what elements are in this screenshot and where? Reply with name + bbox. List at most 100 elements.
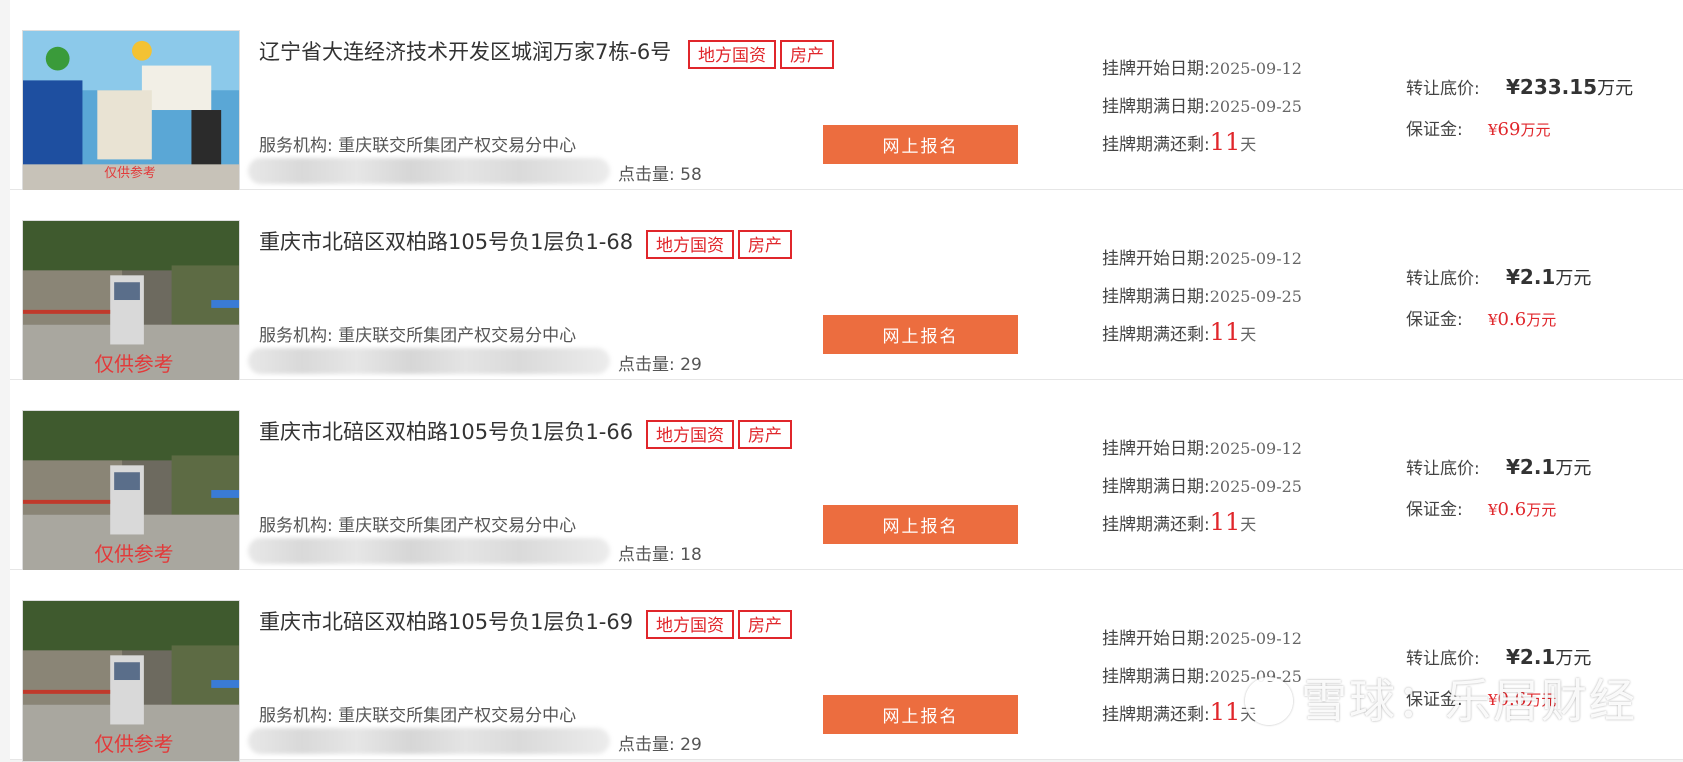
- thumbnail-image: 仅供参考: [23, 31, 239, 191]
- deposit-yen: ¥: [1488, 121, 1498, 139]
- listing-thumbnail[interactable]: 仅供参考: [22, 220, 240, 382]
- remaining-unit: 天: [1240, 135, 1257, 154]
- blurred-text: [248, 728, 610, 754]
- reserve-price-value: 2.1: [1519, 265, 1556, 289]
- tag-property: 房产: [738, 230, 792, 259]
- end-date-label: 挂牌期满日期:: [1102, 477, 1210, 497]
- remaining-unit: 天: [1240, 325, 1257, 344]
- tag-state-owned: 地方国资: [646, 610, 734, 639]
- deposit-label: 保证金:: [1406, 120, 1463, 140]
- click-count-label: 点击量:: [618, 545, 681, 565]
- listing-row: 仅供参考 重庆市北碚区双柏路105号负1层负1-68 地方国资 房产 服务机构:…: [10, 190, 1683, 382]
- end-date-line: 挂牌期满日期:2025-09-25: [1102, 472, 1302, 497]
- click-count: 点击量: 29: [618, 350, 702, 375]
- thumbnail-caption: 仅供参考: [94, 734, 173, 756]
- deposit-value: 0.6: [1497, 309, 1527, 330]
- reserve-price: 转让底价: ¥2.1万元: [1406, 264, 1591, 290]
- remaining-line: 挂牌期满还剩:11天: [1102, 128, 1256, 156]
- blurred-text: [248, 348, 610, 374]
- listing-title[interactable]: 重庆市北碚区双柏路105号负1层负1-68: [259, 226, 633, 256]
- service-org-value: 重庆联交所集团产权交易分中心: [338, 706, 577, 726]
- remaining-days: 11: [1209, 318, 1241, 346]
- start-date-line: 挂牌开始日期:2025-09-12: [1102, 624, 1302, 649]
- listing-title[interactable]: 重庆市北碚区双柏路105号负1层负1-69: [259, 606, 633, 636]
- service-org-value: 重庆联交所集团产权交易分中心: [338, 516, 577, 536]
- thumbnail-caption: 仅供参考: [104, 165, 156, 180]
- tag-property: 房产: [738, 420, 792, 449]
- deposit-unit: 万元: [1520, 121, 1551, 139]
- thumbnail-image: 仅供参考: [23, 411, 239, 571]
- remaining-unit: 天: [1240, 515, 1257, 534]
- service-org-label: 服务机构:: [259, 516, 339, 536]
- start-date-value: 2025-09-12: [1209, 439, 1302, 458]
- tag-state-owned: 地方国资: [646, 420, 734, 449]
- service-org-value: 重庆联交所集团产权交易分中心: [338, 326, 577, 346]
- thumbnail-caption: 仅供参考: [94, 544, 173, 566]
- remaining-line: 挂牌期满还剩:11天: [1102, 318, 1256, 346]
- tag-property: 房产: [780, 40, 834, 69]
- tag-property: 房产: [738, 610, 792, 639]
- blurred-text: [248, 158, 610, 184]
- service-org-value: 重庆联交所集团产权交易分中心: [338, 136, 577, 156]
- end-date-value: 2025-09-25: [1209, 97, 1302, 116]
- end-date-line: 挂牌期满日期:2025-09-25: [1102, 92, 1302, 117]
- deposit-yen: ¥: [1488, 501, 1498, 519]
- remaining-days: 11: [1209, 698, 1241, 726]
- end-date-value: 2025-09-25: [1209, 287, 1302, 306]
- end-date-line: 挂牌期满日期:2025-09-25: [1102, 282, 1302, 307]
- online-signup-button[interactable]: 网上报名: [823, 505, 1018, 544]
- click-count: 点击量: 58: [618, 160, 702, 185]
- watermark-text: 雪球：乐居财经: [1301, 674, 1637, 728]
- end-date-label: 挂牌期满日期:: [1102, 97, 1210, 117]
- service-org-label: 服务机构:: [259, 706, 339, 726]
- click-count: 点击量: 18: [618, 540, 702, 565]
- remaining-line: 挂牌期满还剩:11天: [1102, 698, 1256, 726]
- online-signup-button[interactable]: 网上报名: [823, 125, 1018, 164]
- deposit-label: 保证金:: [1406, 500, 1463, 520]
- remaining-label: 挂牌期满还剩:: [1102, 325, 1210, 345]
- start-date-label: 挂牌开始日期:: [1102, 59, 1210, 79]
- click-count-value: 18: [680, 545, 702, 565]
- end-date-label: 挂牌期满日期:: [1102, 287, 1210, 307]
- thumbnail-image: 仅供参考: [23, 601, 239, 761]
- service-org: 服务机构: 重庆联交所集团产权交易分中心: [259, 321, 576, 346]
- click-count-value: 29: [680, 735, 702, 755]
- remaining-line: 挂牌期满还剩:11天: [1102, 508, 1256, 536]
- start-date-line: 挂牌开始日期:2025-09-12: [1102, 54, 1302, 79]
- tag-state-owned: 地方国资: [688, 40, 776, 69]
- service-org: 服务机构: 重庆联交所集团产权交易分中心: [259, 131, 576, 156]
- listing-row: 仅供参考 辽宁省大连经济技术开发区城润万家7栋-6号 地方国资 房产 服务机构:…: [10, 0, 1683, 192]
- end-date-value: 2025-09-25: [1209, 477, 1302, 496]
- reserve-price-unit: 万元: [1555, 458, 1592, 479]
- deposit-unit: 万元: [1526, 501, 1557, 519]
- watermark: 雪球：乐居财经: [1245, 665, 1637, 731]
- blurred-text: [248, 538, 610, 564]
- online-signup-button[interactable]: 网上报名: [823, 695, 1018, 734]
- deposit-value: 0.6: [1497, 499, 1527, 520]
- reserve-price-value: 233.15: [1519, 75, 1598, 99]
- end-date-label: 挂牌期满日期:: [1102, 667, 1210, 687]
- reserve-price-label: 转让底价:: [1406, 459, 1480, 479]
- listing-thumbnail[interactable]: 仅供参考: [22, 600, 240, 762]
- deposit: 保证金: ¥69万元: [1406, 115, 1550, 140]
- reserve-price-value: 2.1: [1519, 455, 1556, 479]
- online-signup-button[interactable]: 网上报名: [823, 315, 1018, 354]
- snowball-logo-icon: [1245, 677, 1293, 725]
- start-date-label: 挂牌开始日期:: [1102, 249, 1210, 269]
- reserve-price-unit: 万元: [1597, 78, 1634, 99]
- click-count: 点击量: 29: [618, 730, 702, 755]
- reserve-price-label: 转让底价:: [1406, 269, 1480, 289]
- listing-title[interactable]: 重庆市北碚区双柏路105号负1层负1-66: [259, 416, 633, 446]
- listing-thumbnail[interactable]: 仅供参考: [22, 30, 240, 192]
- listing-title[interactable]: 辽宁省大连经济技术开发区城润万家7栋-6号: [259, 36, 671, 66]
- deposit: 保证金: ¥0.6万元: [1406, 305, 1556, 330]
- deposit-unit: 万元: [1526, 311, 1557, 329]
- click-count-value: 29: [680, 355, 702, 375]
- service-org-label: 服务机构:: [259, 136, 339, 156]
- deposit-yen: ¥: [1488, 311, 1498, 329]
- start-date-value: 2025-09-12: [1209, 59, 1302, 78]
- click-count-label: 点击量:: [618, 165, 681, 185]
- listing-thumbnail[interactable]: 仅供参考: [22, 410, 240, 572]
- start-date-line: 挂牌开始日期:2025-09-12: [1102, 434, 1302, 459]
- reserve-price: 转让底价: ¥2.1万元: [1406, 454, 1591, 480]
